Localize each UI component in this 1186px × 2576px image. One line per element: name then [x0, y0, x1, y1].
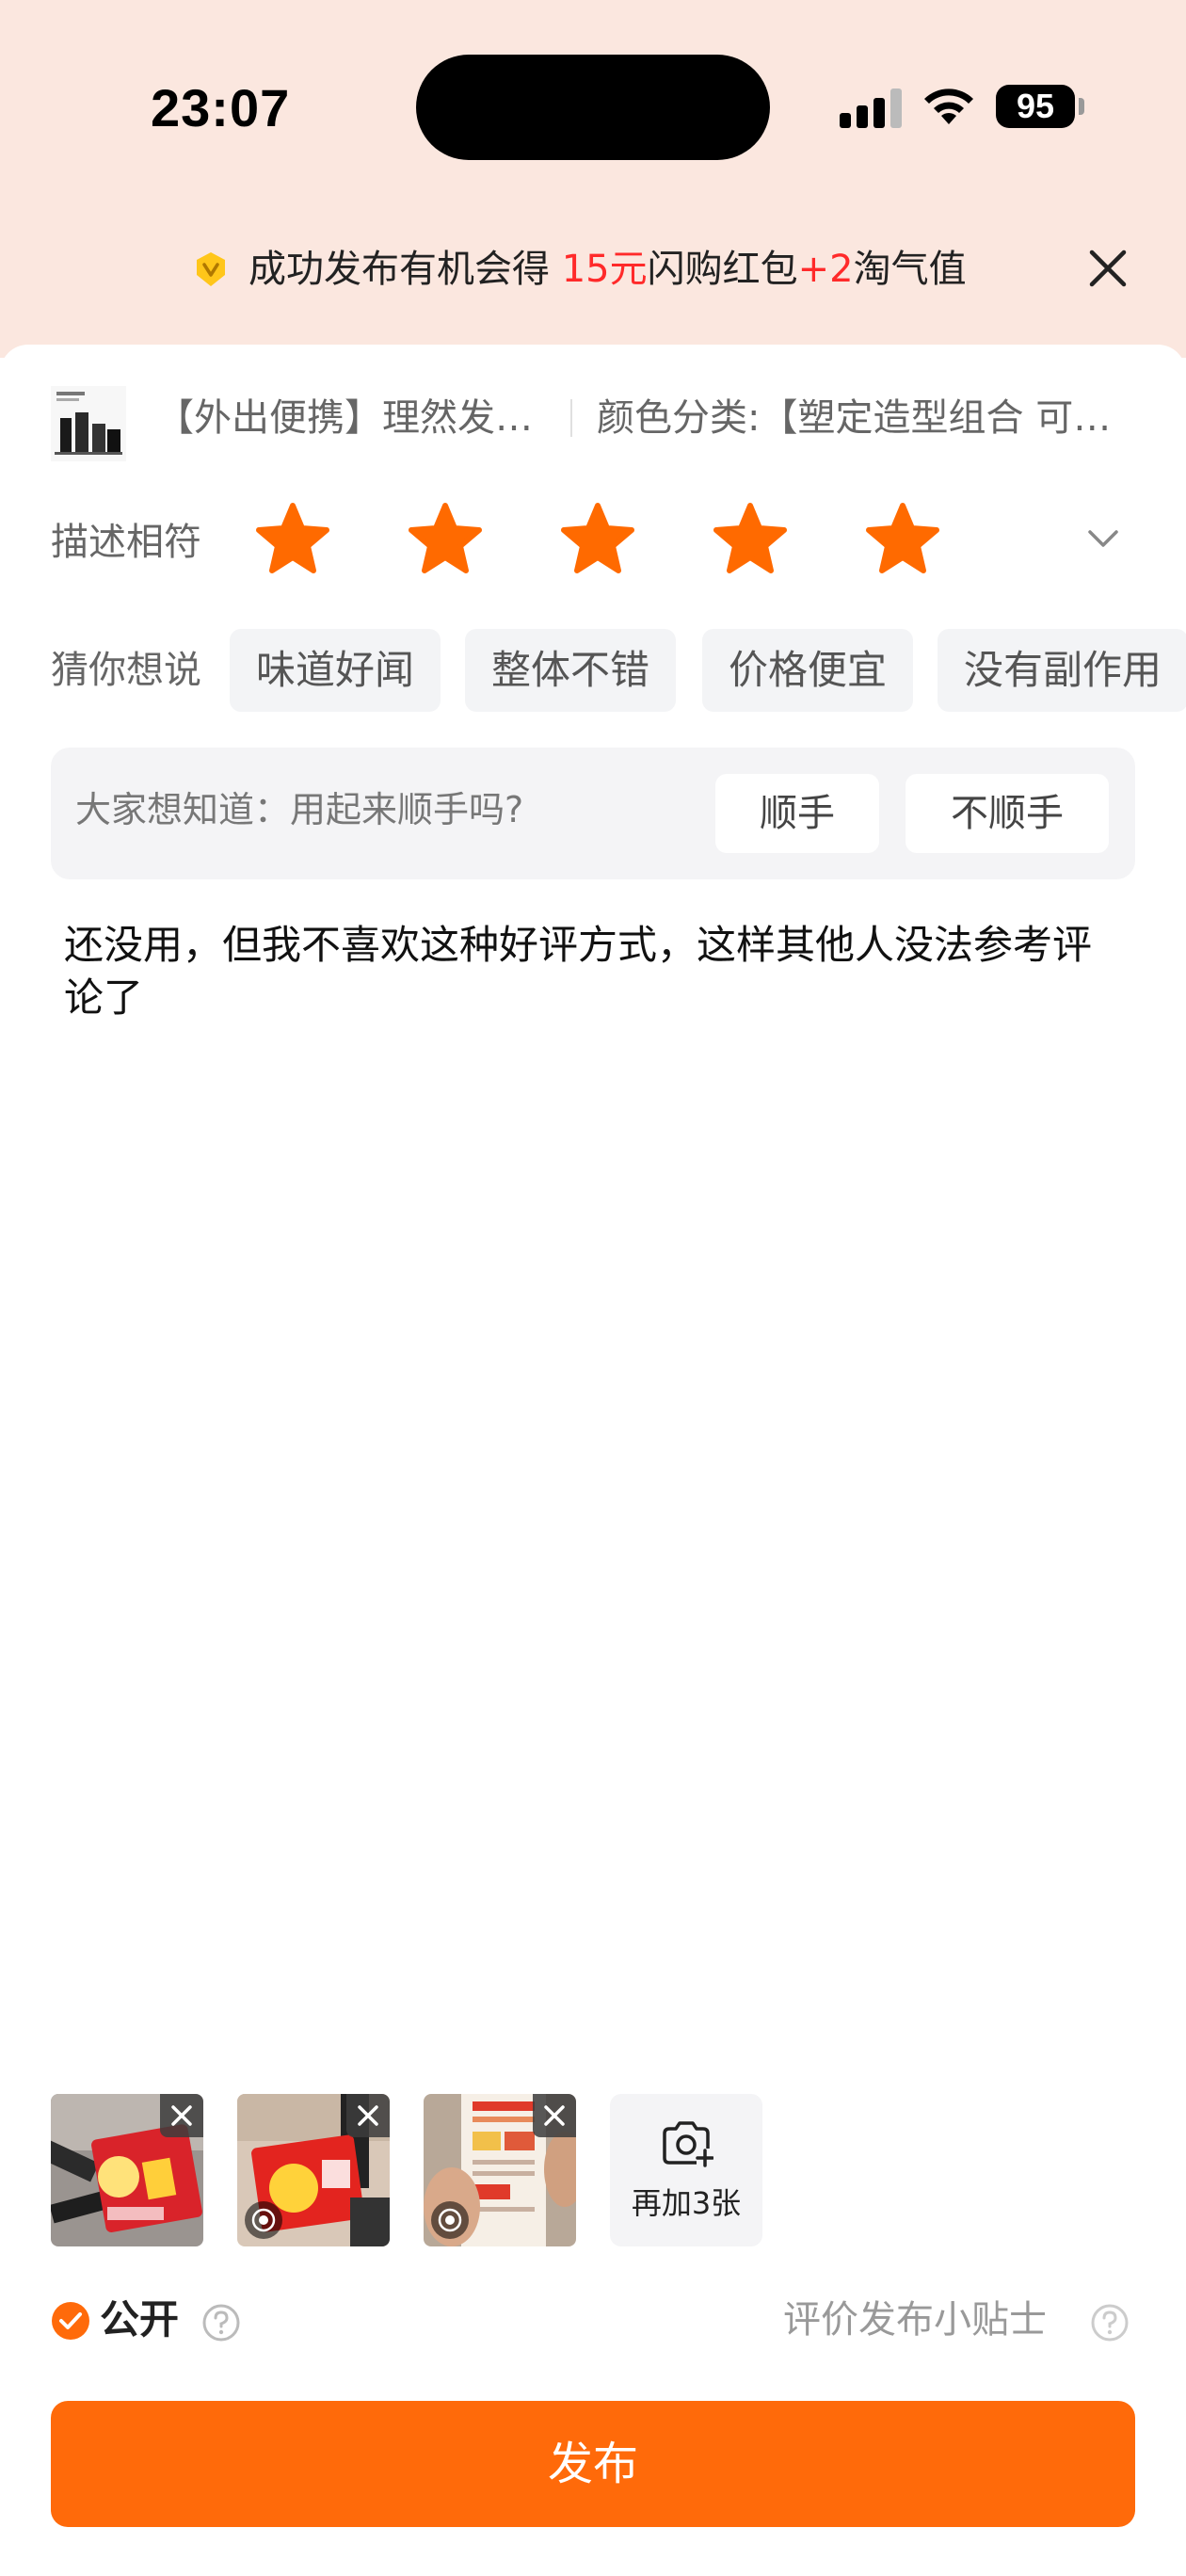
suggestion-tag[interactable]: 整体不错	[465, 629, 677, 712]
rating-label: 描述相符	[51, 521, 201, 564]
answer-yes-button[interactable]: 顺手	[715, 774, 879, 853]
dynamic-island	[416, 55, 770, 160]
suggestion-tag[interactable]: 味道好闻	[230, 629, 441, 712]
status-time: 23:07	[151, 78, 291, 137]
question-text: 大家想知道：用起来顺手吗?	[75, 789, 524, 830]
star-icon[interactable]	[559, 501, 636, 578]
add-photo-label: 再加3张	[631, 2185, 742, 2221]
v-badge-icon	[197, 252, 225, 286]
star-icon[interactable]	[864, 501, 941, 578]
live-photo-icon	[245, 2201, 282, 2239]
help-icon[interactable]	[1090, 2303, 1130, 2343]
star-icon[interactable]	[407, 501, 484, 578]
reward-bonus: +2	[797, 248, 854, 291]
reward-amount: 15元	[561, 248, 648, 291]
question-prompt: 大家想知道：用起来顺手吗? 顺手 不顺手	[51, 748, 1135, 879]
chevron-down-icon[interactable]	[1082, 518, 1124, 559]
public-checkbox[interactable]	[51, 2301, 90, 2341]
publish-button[interactable]: 发布	[51, 2401, 1135, 2527]
camera-plus-icon	[663, 2121, 713, 2167]
star-icon[interactable]	[254, 501, 331, 578]
banner-text: 成功发布有机会得 15元闪购红包+2淘气值	[248, 248, 967, 291]
suggestion-label: 猜你想说	[51, 649, 201, 692]
photo-thumbnail[interactable]	[51, 2094, 203, 2246]
star-icon[interactable]	[712, 501, 789, 578]
answer-no-button[interactable]: 不顺手	[906, 774, 1109, 853]
help-icon[interactable]	[201, 2303, 241, 2343]
live-photo-icon	[431, 2201, 469, 2239]
cellular-signal-icon	[840, 89, 902, 128]
photo-thumbnail[interactable]	[237, 2094, 390, 2246]
suggestion-tag[interactable]: 价格便宜	[702, 629, 914, 712]
reward-banner: 成功发布有机会得 15元闪购红包+2淘气值	[0, 222, 1186, 316]
product-name[interactable]: 【外出便携】理然发胶发蜡喷雾定型男士	[156, 394, 552, 443]
remove-photo-button[interactable]	[346, 2094, 390, 2137]
battery-level: 95	[996, 85, 1075, 128]
product-sku[interactable]: 颜色分类:【塑定造型组合 可随身携带】	[597, 394, 1130, 443]
remove-photo-button[interactable]	[160, 2094, 203, 2137]
remove-photo-button[interactable]	[533, 2094, 576, 2137]
close-icon[interactable]	[1084, 245, 1131, 292]
suggestion-tag[interactable]: 没有副作用	[938, 629, 1186, 712]
divider	[570, 399, 572, 437]
status-bar: 23:07 95	[0, 0, 1186, 188]
photo-thumbnail[interactable]	[424, 2094, 576, 2246]
review-textarea[interactable]: 还没用，但我不喜欢这种好评方式，这样其他人没法参考评论了	[64, 919, 1128, 1024]
add-photo-button[interactable]: 再加3张	[610, 2094, 762, 2246]
star-rating[interactable]	[254, 501, 939, 580]
product-thumbnail	[51, 386, 126, 461]
battery-icon: 95	[996, 85, 1084, 128]
wifi-icon	[924, 89, 973, 124]
public-label[interactable]: 公开	[100, 2295, 179, 2344]
posting-tips-link[interactable]: 评价发布小贴士	[783, 2295, 1047, 2344]
